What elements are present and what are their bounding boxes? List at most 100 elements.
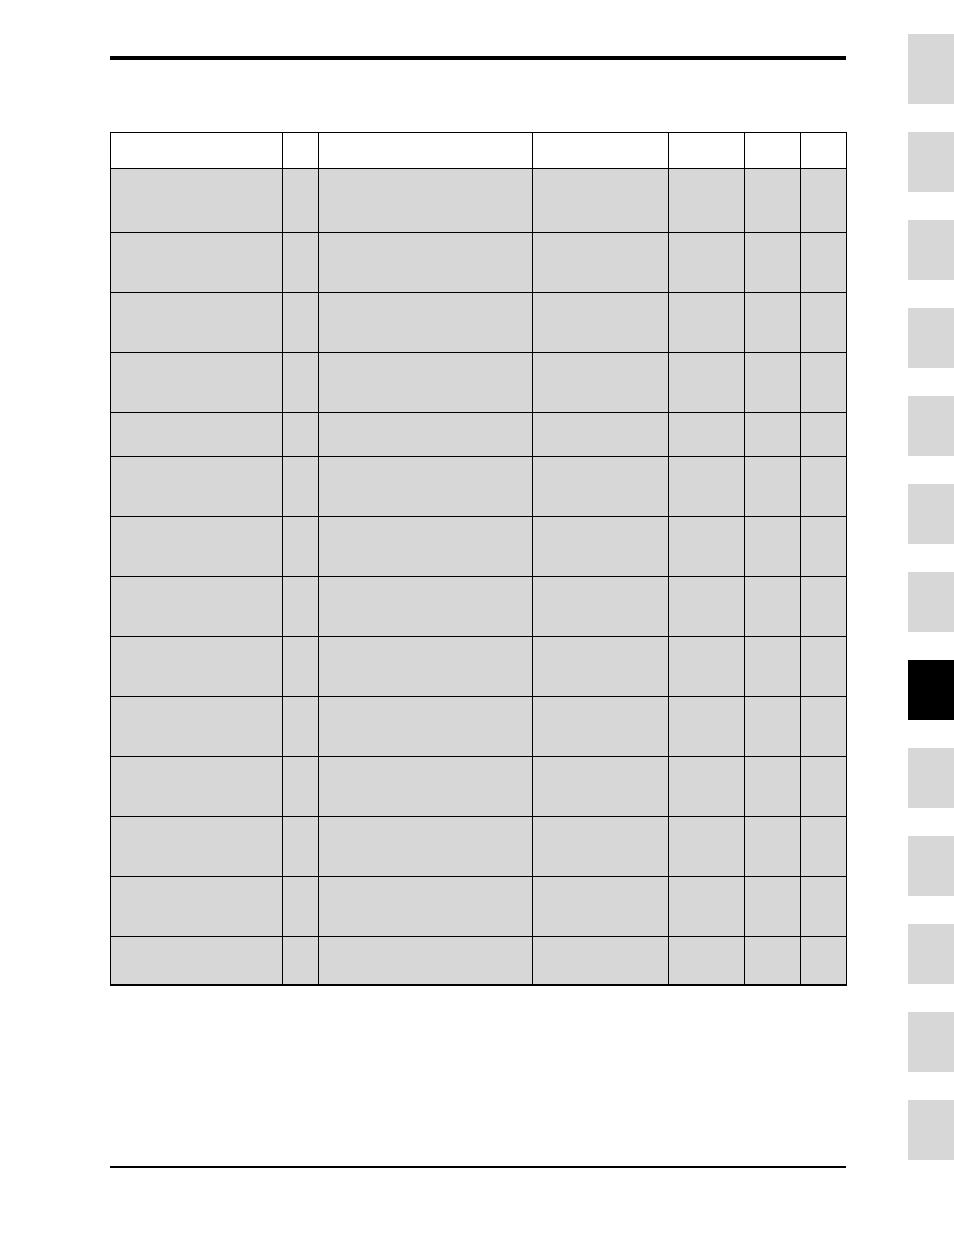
- table-cell: [669, 233, 745, 293]
- table-cell: [319, 757, 533, 817]
- table-cell: [319, 353, 533, 413]
- table-cell: [669, 817, 745, 877]
- table-cell: [283, 413, 319, 457]
- table-row: [111, 353, 847, 413]
- table-row: [111, 637, 847, 697]
- table-cell: [801, 757, 847, 817]
- table-cell: [111, 517, 283, 577]
- table-cell: [745, 517, 801, 577]
- table-row: [111, 757, 847, 817]
- table-cell: [111, 233, 283, 293]
- table-cell: [533, 577, 669, 637]
- table-cell: [283, 353, 319, 413]
- table-cell: [319, 293, 533, 353]
- table-cell: [283, 937, 319, 985]
- table-cell: [111, 937, 283, 985]
- side-tab-8[interactable]: [908, 660, 954, 720]
- th-5: [669, 133, 745, 169]
- side-tab-5[interactable]: [908, 396, 954, 456]
- table-cell: [801, 413, 847, 457]
- side-tab-10[interactable]: [908, 836, 954, 896]
- table-cell: [283, 877, 319, 937]
- table-row: [111, 877, 847, 937]
- table-cell: [111, 457, 283, 517]
- side-tab-2[interactable]: [908, 132, 954, 192]
- table-cell: [283, 517, 319, 577]
- table-cell: [319, 413, 533, 457]
- th-2: [283, 133, 319, 169]
- table-cell: [801, 697, 847, 757]
- table-cell: [669, 577, 745, 637]
- table-cell: [669, 637, 745, 697]
- table-cell: [533, 697, 669, 757]
- table-cell: [669, 757, 745, 817]
- side-tabs: [908, 34, 954, 1188]
- table-cell: [533, 413, 669, 457]
- table-cell: [801, 937, 847, 985]
- table-cell: [745, 353, 801, 413]
- table-cell: [111, 577, 283, 637]
- table-cell: [319, 637, 533, 697]
- table-row: [111, 293, 847, 353]
- bottom-rule: [110, 1166, 846, 1168]
- table-cell: [283, 817, 319, 877]
- table-cell: [319, 817, 533, 877]
- table-cell: [801, 169, 847, 233]
- table-cell: [669, 877, 745, 937]
- table-cell: [745, 817, 801, 877]
- table-cell: [745, 877, 801, 937]
- table-row: [111, 817, 847, 877]
- table-cell: [533, 637, 669, 697]
- table-cell: [745, 757, 801, 817]
- table-cell: [283, 293, 319, 353]
- table-cell: [745, 637, 801, 697]
- page: [0, 0, 954, 1235]
- table-cell: [111, 353, 283, 413]
- table-cell: [319, 577, 533, 637]
- table-cell: [745, 233, 801, 293]
- table-cell: [111, 169, 283, 233]
- table-row: [111, 413, 847, 457]
- table-cell: [745, 697, 801, 757]
- side-tab-6[interactable]: [908, 484, 954, 544]
- table-cell: [533, 457, 669, 517]
- table-cell: [111, 757, 283, 817]
- table-cell: [283, 757, 319, 817]
- table-row: [111, 697, 847, 757]
- table-cell: [745, 413, 801, 457]
- side-tab-12[interactable]: [908, 1012, 954, 1072]
- side-tab-4[interactable]: [908, 308, 954, 368]
- table-cell: [669, 353, 745, 413]
- table-cell: [745, 937, 801, 985]
- table-row: [111, 577, 847, 637]
- table-cell: [283, 169, 319, 233]
- table-row: [111, 457, 847, 517]
- table-cell: [745, 169, 801, 233]
- table-cell: [801, 457, 847, 517]
- table-cell: [283, 577, 319, 637]
- table-cell: [801, 877, 847, 937]
- top-rule: [110, 56, 846, 60]
- table-cell: [319, 697, 533, 757]
- table-cell: [533, 169, 669, 233]
- table-cell: [801, 817, 847, 877]
- table-cell: [111, 817, 283, 877]
- table-cell: [745, 577, 801, 637]
- table-cell: [669, 169, 745, 233]
- table-cell: [319, 937, 533, 985]
- table-row: [111, 233, 847, 293]
- table-cell: [319, 877, 533, 937]
- table-cell: [319, 169, 533, 233]
- table-cell: [533, 233, 669, 293]
- table-cell: [283, 697, 319, 757]
- side-tab-1[interactable]: [908, 34, 954, 104]
- table-cell: [669, 517, 745, 577]
- th-3: [319, 133, 533, 169]
- side-tab-7[interactable]: [908, 572, 954, 632]
- table-cell: [283, 457, 319, 517]
- side-tab-9[interactable]: [908, 748, 954, 808]
- side-tab-11[interactable]: [908, 924, 954, 984]
- table-cell: [533, 817, 669, 877]
- side-tab-13[interactable]: [908, 1100, 954, 1160]
- side-tab-3[interactable]: [908, 220, 954, 280]
